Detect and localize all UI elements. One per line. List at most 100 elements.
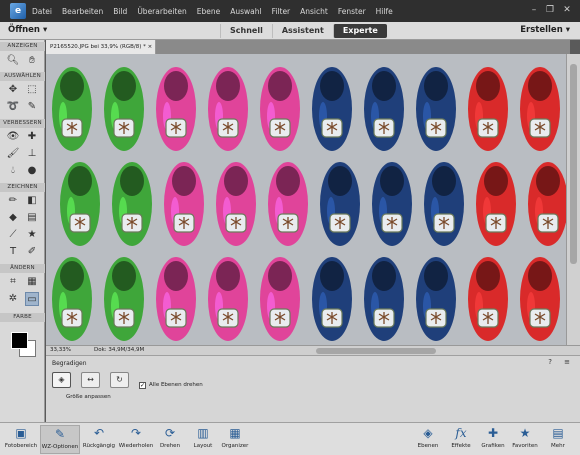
tool-options-button[interactable]: ✎ WZ-Optionen bbox=[40, 425, 80, 454]
red-eye-tool-icon[interactable]: 👁︎ bbox=[6, 130, 20, 144]
clog-opening bbox=[164, 261, 188, 291]
paint-bucket-icon[interactable]: ◆ bbox=[6, 211, 20, 225]
bottom-bar: ▣ Fotobereich ✎ WZ-Optionen ↶ Rückgängig ↷ W… bbox=[0, 422, 580, 455]
original-size-button[interactable]: ↻ bbox=[110, 372, 129, 388]
quick-select-icon[interactable]: ✎ bbox=[25, 100, 39, 114]
image-canvas[interactable] bbox=[46, 54, 566, 345]
section-draw: ZEICHNEN bbox=[0, 183, 45, 192]
menu-edit[interactable]: Bearbeiten bbox=[62, 7, 103, 16]
zoom-readout[interactable]: 33,33% bbox=[50, 347, 71, 353]
maximize-icon[interactable]: ❐ bbox=[543, 4, 557, 17]
effects-button[interactable]: fx Effekte bbox=[448, 425, 474, 454]
redo-button[interactable]: ↷ Wiederholen bbox=[117, 425, 155, 454]
help-icon[interactable]: ? bbox=[548, 358, 552, 366]
photo-bin-label: Fotobereich bbox=[4, 443, 38, 449]
pencil-tool-icon[interactable]: ✐ bbox=[25, 245, 39, 259]
clog-opening bbox=[112, 71, 136, 101]
resize-label: Größe anpassen bbox=[66, 394, 111, 400]
menu-file[interactable]: Datei bbox=[32, 7, 52, 16]
tab-strip bbox=[156, 40, 570, 54]
status-row: 33,33% Dok: 34,9M/34,9M bbox=[46, 345, 580, 355]
crop-edges-icon: ↔ bbox=[87, 375, 94, 384]
type-tool-icon[interactable]: T bbox=[6, 245, 20, 259]
hand-tool-icon[interactable]: ✋︎ bbox=[25, 54, 39, 68]
menu-help[interactable]: Hilfe bbox=[376, 7, 393, 16]
tab-expert[interactable]: Experte bbox=[332, 24, 387, 38]
vertical-scroll-thumb[interactable] bbox=[570, 64, 577, 264]
clog-opening bbox=[276, 166, 300, 196]
layout-button[interactable]: ▥ Layout bbox=[190, 425, 216, 454]
create-button[interactable]: Erstellen ▾ bbox=[520, 25, 570, 35]
undo-label: Rückgängig bbox=[82, 443, 116, 449]
eyedropper-icon[interactable]: ⟋ bbox=[6, 228, 20, 242]
document-tab[interactable]: P2165520.JPG bei 33,9% (RGB/8) * × bbox=[46, 40, 156, 54]
recompose-tool-icon[interactable]: ▦ bbox=[25, 275, 39, 289]
gradient-tool-icon[interactable]: ▤ bbox=[25, 211, 39, 225]
eraser-tool-icon[interactable]: ◧ bbox=[25, 194, 39, 208]
menu-view[interactable]: Ansicht bbox=[300, 7, 328, 16]
clog-opening bbox=[268, 261, 292, 291]
tab-guided[interactable]: Assistent bbox=[271, 24, 333, 38]
organizer-button[interactable]: ▦ Organizer bbox=[219, 425, 251, 454]
clog-red bbox=[528, 162, 566, 246]
menu-window[interactable]: Fenster bbox=[338, 7, 366, 16]
crop-tool-icon[interactable]: ⌗ bbox=[6, 275, 20, 289]
organizer-icon: ▦ bbox=[229, 426, 241, 440]
straighten-tool-icon[interactable]: ▭ bbox=[25, 292, 39, 306]
open-button[interactable]: Öffnen ▾ bbox=[8, 25, 47, 35]
foreground-color-swatch[interactable] bbox=[11, 332, 28, 349]
clog-pink bbox=[156, 257, 196, 341]
lasso-tool-icon[interactable]: ➰ bbox=[6, 100, 20, 114]
marquee-tool-icon[interactable]: ⬚ bbox=[25, 83, 39, 97]
rotate-button[interactable]: ⟳ Drehen bbox=[157, 425, 183, 454]
sponge-tool-icon[interactable]: ● bbox=[25, 164, 39, 178]
menu-layer[interactable]: Ebene bbox=[197, 7, 220, 16]
clog-green bbox=[52, 257, 92, 341]
rotate-all-layers-checkbox[interactable]: ✓ bbox=[139, 382, 146, 389]
undo-button[interactable]: ↶ Rückgängig bbox=[82, 425, 116, 454]
clog-navy bbox=[312, 257, 352, 341]
clog-green bbox=[52, 67, 92, 151]
remove-background-button[interactable]: ↔ bbox=[81, 372, 100, 388]
brush-tool-icon[interactable]: ✏︎ bbox=[6, 194, 20, 208]
close-tab-icon[interactable]: × bbox=[148, 44, 153, 50]
close-icon[interactable]: ✕ bbox=[560, 4, 574, 17]
smart-brush-icon[interactable]: 🖌︎ bbox=[6, 147, 20, 161]
zoom-tool-icon[interactable]: 🔍︎ bbox=[6, 54, 20, 68]
tab-quick[interactable]: Schnell bbox=[220, 24, 272, 38]
clog-opening bbox=[164, 71, 188, 101]
panel-menu-icon[interactable]: ≡ bbox=[564, 358, 570, 366]
blur-tool-icon[interactable]: 💧︎ bbox=[6, 164, 20, 178]
grow-canvas-icon: ◈ bbox=[58, 375, 65, 384]
favorites-button[interactable]: ★ Favoriten bbox=[510, 425, 540, 454]
clone-stamp-icon[interactable]: ⊥ bbox=[25, 147, 39, 161]
content-move-icon[interactable]: ✲ bbox=[6, 292, 20, 306]
minimize-icon[interactable]: – bbox=[527, 4, 541, 17]
favorites-icon: ★ bbox=[519, 426, 531, 440]
layers-button[interactable]: ◈ Ebenen bbox=[415, 425, 441, 454]
horizontal-scroll-thumb[interactable] bbox=[316, 348, 436, 354]
move-tool-icon[interactable]: ✥ bbox=[6, 83, 20, 97]
clog-opening bbox=[476, 261, 500, 291]
graphics-button[interactable]: ✚ Grafiken bbox=[479, 425, 507, 454]
layout-label: Layout bbox=[193, 443, 213, 449]
clog-opening bbox=[60, 261, 84, 291]
more-button[interactable]: ▤ Mehr bbox=[545, 425, 571, 454]
vertical-scrollbar[interactable] bbox=[566, 54, 580, 345]
spot-healing-icon[interactable]: ✚ bbox=[25, 130, 39, 144]
straighten-title: Begradigen bbox=[52, 360, 87, 367]
custom-shape-icon[interactable]: ★ bbox=[25, 228, 39, 242]
grow-to-canvas-button[interactable]: ◈ bbox=[52, 372, 71, 388]
menu-filter[interactable]: Filter bbox=[272, 7, 291, 16]
clog-opening bbox=[60, 71, 84, 101]
menu-enhance[interactable]: Überarbeiten bbox=[137, 7, 186, 16]
clog-green bbox=[112, 162, 152, 246]
mode-bar: Öffnen ▾ Schnell Assistent Experte Erste… bbox=[0, 22, 580, 40]
menu-select[interactable]: Auswahl bbox=[230, 7, 261, 16]
clog-photo bbox=[52, 67, 566, 341]
photo-bin-button[interactable]: ▣ Fotobereich bbox=[4, 425, 38, 454]
clog-opening bbox=[216, 71, 240, 101]
clog-pink bbox=[268, 162, 308, 246]
clog-red bbox=[468, 257, 508, 341]
menu-image[interactable]: Bild bbox=[113, 7, 127, 16]
